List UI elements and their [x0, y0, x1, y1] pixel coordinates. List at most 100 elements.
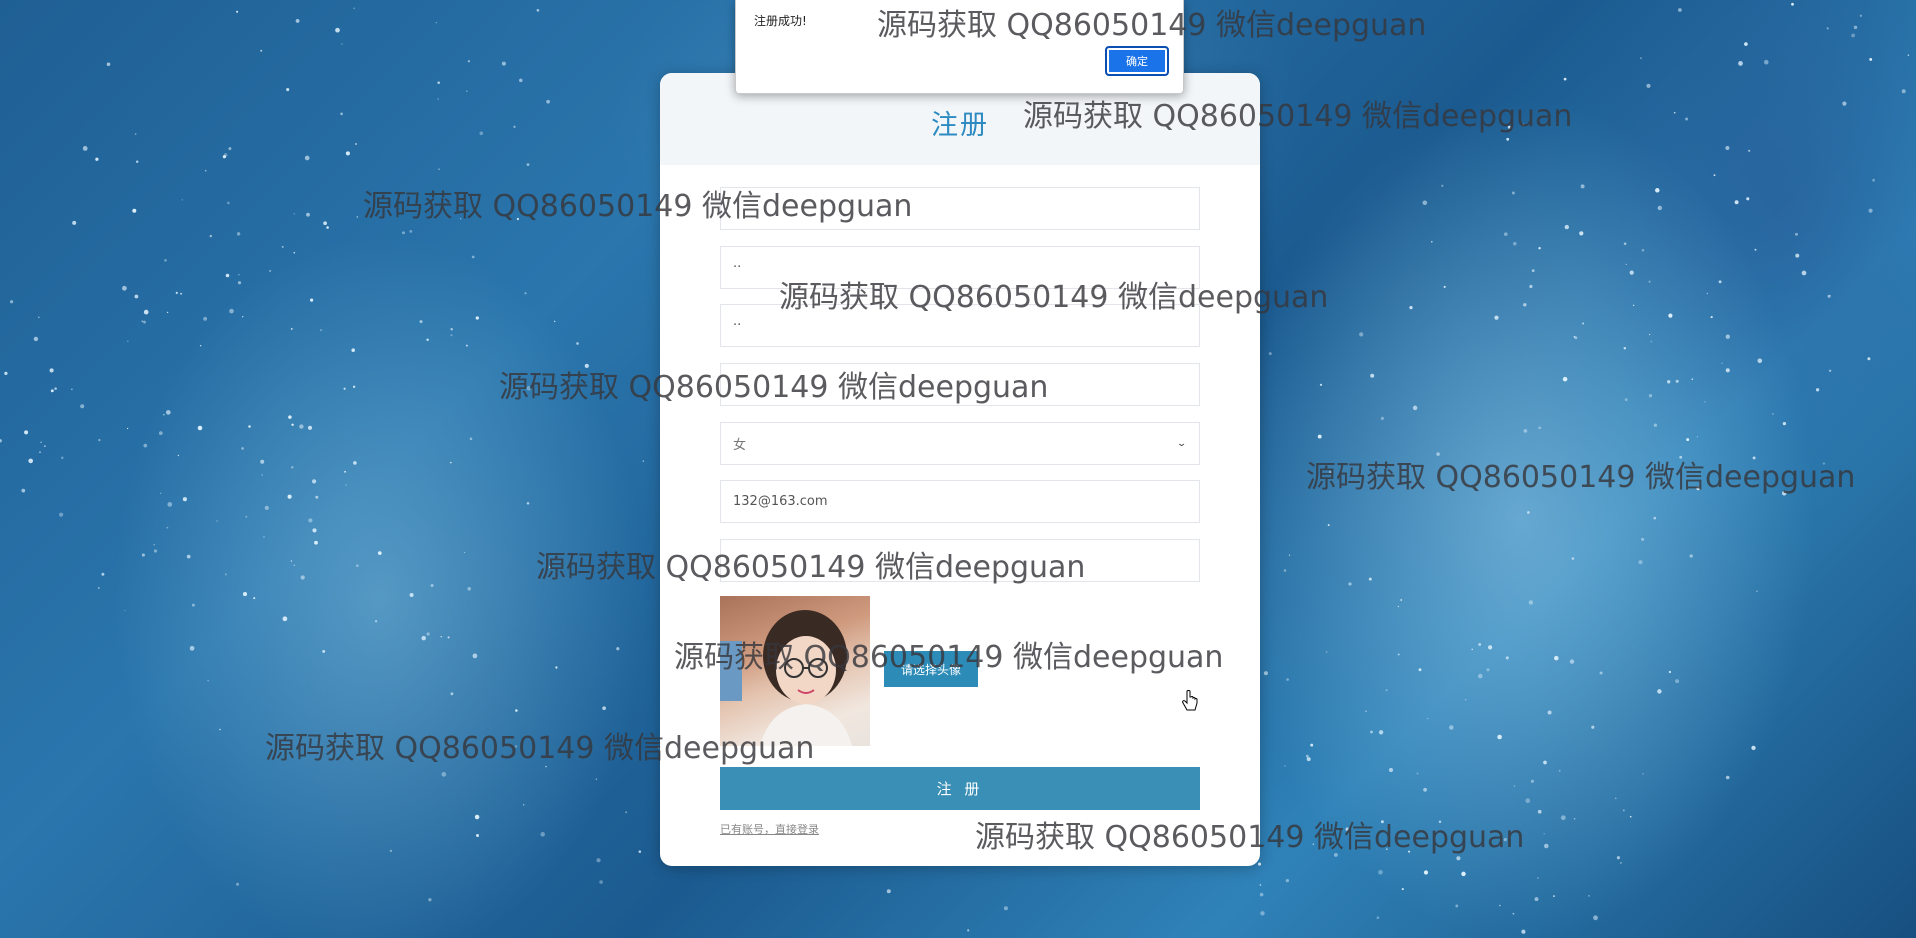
sparkle-dot [515, 709, 518, 712]
sparkle-dot [1704, 401, 1706, 403]
sparkle-dot [50, 389, 54, 393]
sparkle-dot [1560, 815, 1566, 821]
sparkle-dot [1284, 765, 1286, 767]
sparkle-dot [307, 425, 313, 430]
sparkle-dot [242, 592, 248, 597]
sparkle-dot [1408, 850, 1411, 853]
sparkle-dot [209, 234, 212, 238]
sparkle-dot [1527, 511, 1530, 514]
sparkle-dot [513, 125, 516, 128]
sparkle-dot [291, 466, 294, 469]
sparkle-dot [1569, 659, 1575, 664]
sparkle-dot [475, 316, 479, 320]
sparkle-dot [340, 112, 343, 116]
sparkle-dot [1713, 174, 1716, 177]
sparkle-dot [1901, 89, 1906, 94]
hand-cursor-icon [1181, 690, 1198, 711]
sparkle-dot [1591, 725, 1595, 729]
sparkle-dot [522, 804, 525, 806]
sparkle-dot [1675, 379, 1679, 383]
sparkle-dot [469, 437, 473, 441]
sparkle-dot [467, 60, 470, 63]
sparkle-dot [186, 554, 191, 559]
sparkle-dot [642, 460, 645, 462]
sparkle-dot [1782, 421, 1787, 426]
sparkle-dot [1528, 600, 1534, 605]
sparkle-dot [1543, 833, 1545, 835]
sparkle-dot [1751, 745, 1756, 751]
sparkle-dot [1488, 645, 1493, 650]
sparkle-dot [159, 492, 162, 494]
phone-input[interactable] [720, 539, 1200, 582]
login-link[interactable]: 已有账号，直接登录 [720, 821, 819, 837]
alert-dialog: 注册成功! 确定 [735, 0, 1184, 94]
sparkle-dot [1781, 491, 1787, 496]
sparkle-dot [526, 163, 530, 166]
sparkle-dot [291, 423, 294, 427]
sparkle-dot [164, 259, 167, 262]
name-input[interactable] [720, 363, 1200, 406]
sparkle-dot [1668, 670, 1672, 674]
sparkle-dot [236, 232, 241, 236]
sparkle-dot [1333, 852, 1338, 857]
sparkle-dot [1397, 605, 1400, 608]
sparkle-dot [1624, 398, 1628, 402]
sparkle-dot [1505, 656, 1509, 660]
sparkle-dot [1657, 205, 1663, 211]
register-submit-button[interactable]: 注 册 [720, 767, 1200, 810]
sparkle-dot [548, 566, 552, 569]
sparkle-dot [438, 168, 440, 171]
sparkle-dot [967, 929, 970, 932]
confirm-password-input[interactable]: ·· [720, 304, 1200, 347]
password-input[interactable]: ·· [720, 246, 1200, 289]
sparkle-dot [143, 309, 149, 315]
sparkle-dot [1503, 837, 1507, 842]
sparkle-dot [260, 459, 265, 464]
sparkle-dot [1559, 770, 1561, 772]
username-input[interactable] [720, 187, 1200, 230]
sparkle-dot [1494, 315, 1499, 320]
sparkle-dot [1593, 915, 1598, 921]
email-input[interactable]: 132@163.com [720, 480, 1200, 523]
sparkle-dot [1738, 61, 1743, 66]
sparkle-dot [1677, 8, 1682, 12]
sparkle-dot [1667, 380, 1671, 384]
sparkle-dot [1791, 2, 1794, 6]
sparkle-dot [1547, 710, 1552, 715]
sparkle-dot [409, 592, 414, 598]
sparkle-dot [82, 146, 88, 151]
sparkle-dot [308, 518, 313, 523]
password-value: ·· [733, 260, 742, 275]
sparkle-dot [1867, 357, 1871, 361]
sparkle-dot [1257, 862, 1262, 866]
sparkle-dot [124, 609, 126, 612]
sparkle-dot [374, 620, 378, 623]
sparkle-dot [1725, 775, 1730, 780]
sparkle-dot [59, 512, 64, 517]
sparkle-dot [1530, 779, 1534, 783]
sparkle-dot [1365, 710, 1367, 713]
gender-select[interactable]: 女 ⌄ [720, 422, 1200, 465]
sparkle-dot [1734, 200, 1739, 205]
sparkle-dot [106, 62, 111, 67]
sparkle-dot [1691, 378, 1694, 381]
sparkle-dot [356, 216, 359, 218]
sparkle-dot [421, 635, 426, 641]
sparkle-dot [1632, 304, 1635, 307]
sparkle-dot [43, 445, 46, 448]
sparkle-dot [1512, 912, 1515, 915]
sparkle-dot [253, 597, 256, 600]
sparkle-dot [1456, 856, 1461, 861]
alert-ok-button[interactable]: 确定 [1105, 46, 1169, 76]
sparkle-dot [181, 199, 183, 201]
sparkle-dot [595, 778, 597, 780]
sparkle-dot [1725, 334, 1730, 339]
sparkle-dot [1370, 730, 1373, 734]
sparkle-dot [306, 212, 310, 217]
sparkle-dot [1829, 294, 1831, 297]
sparkle-dot [1312, 843, 1314, 845]
sparkle-dot [1319, 383, 1323, 386]
choose-avatar-button[interactable]: 请选择头像 [884, 651, 978, 687]
sparkle-dot [1872, 178, 1876, 182]
sparkle-dot [72, 220, 77, 225]
